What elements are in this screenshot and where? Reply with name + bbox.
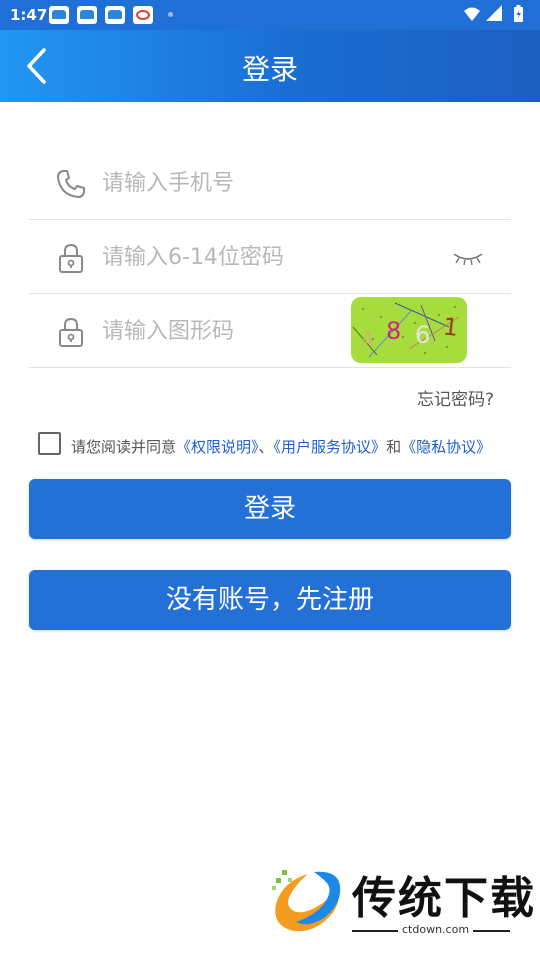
system-status-icons xyxy=(464,5,523,22)
captcha-image[interactable]: 4 8 6 1 xyxy=(351,297,467,363)
agreement-row: 请您阅读并同意《权限说明》、《用户服务协议》和《隐私协议》 xyxy=(38,432,518,458)
login-button[interactable]: 登录 xyxy=(29,479,511,539)
agreement-text: 请您阅读并同意《权限说明》、《用户服务协议》和《隐私协议》 xyxy=(71,436,491,457)
lock-icon xyxy=(59,243,83,273)
agreement-checkbox[interactable] xyxy=(38,432,61,455)
password-input[interactable] xyxy=(102,237,432,277)
user-service-agreement-link[interactable]: 《用户服务协议》 xyxy=(274,438,387,456)
watermark-url: ctdown.com xyxy=(398,923,474,936)
car-app-icon xyxy=(105,6,125,24)
battery-charging-icon xyxy=(514,5,523,22)
register-button[interactable]: 没有账号，先注册 xyxy=(29,570,511,630)
password-field-row xyxy=(29,220,511,294)
header: 登录 xyxy=(0,30,540,102)
phone-field-row xyxy=(29,146,511,220)
status-bar: 1:47 xyxy=(0,0,540,30)
captcha-field-row: 4 8 6 1 xyxy=(29,294,511,368)
agreement-separator: 、 xyxy=(258,438,274,456)
watermark-logo xyxy=(272,870,341,932)
captcha-char: 6 xyxy=(415,321,430,349)
forgot-password-link[interactable]: 忘记密码? xyxy=(417,385,494,410)
eye-closed-icon[interactable] xyxy=(451,246,485,268)
lock-icon xyxy=(59,317,83,347)
captcha-char: 4 xyxy=(359,327,376,354)
captcha-char: 1 xyxy=(442,312,460,341)
car-app-icon xyxy=(49,6,69,24)
agreement-prefix: 请您阅读并同意 xyxy=(71,438,177,456)
agreement-conjunction: 和 xyxy=(386,438,402,456)
phone-input[interactable] xyxy=(102,163,432,203)
captcha-char: 8 xyxy=(386,317,401,345)
red-app-icon xyxy=(133,6,153,24)
captcha-input[interactable] xyxy=(102,311,332,351)
signal-icon xyxy=(486,5,502,21)
page-title: 登录 xyxy=(241,53,298,86)
permission-statement-link[interactable]: 《权限说明》 xyxy=(176,438,259,456)
phone-icon xyxy=(57,170,85,198)
wifi-icon xyxy=(464,7,480,21)
more-notifications-dot xyxy=(168,12,173,17)
status-time: 1:47 xyxy=(10,6,48,24)
privacy-agreement-link[interactable]: 《隐私协议》 xyxy=(401,438,491,456)
car-app-icon xyxy=(77,6,97,24)
watermark-name: 传统下载 xyxy=(352,873,536,924)
